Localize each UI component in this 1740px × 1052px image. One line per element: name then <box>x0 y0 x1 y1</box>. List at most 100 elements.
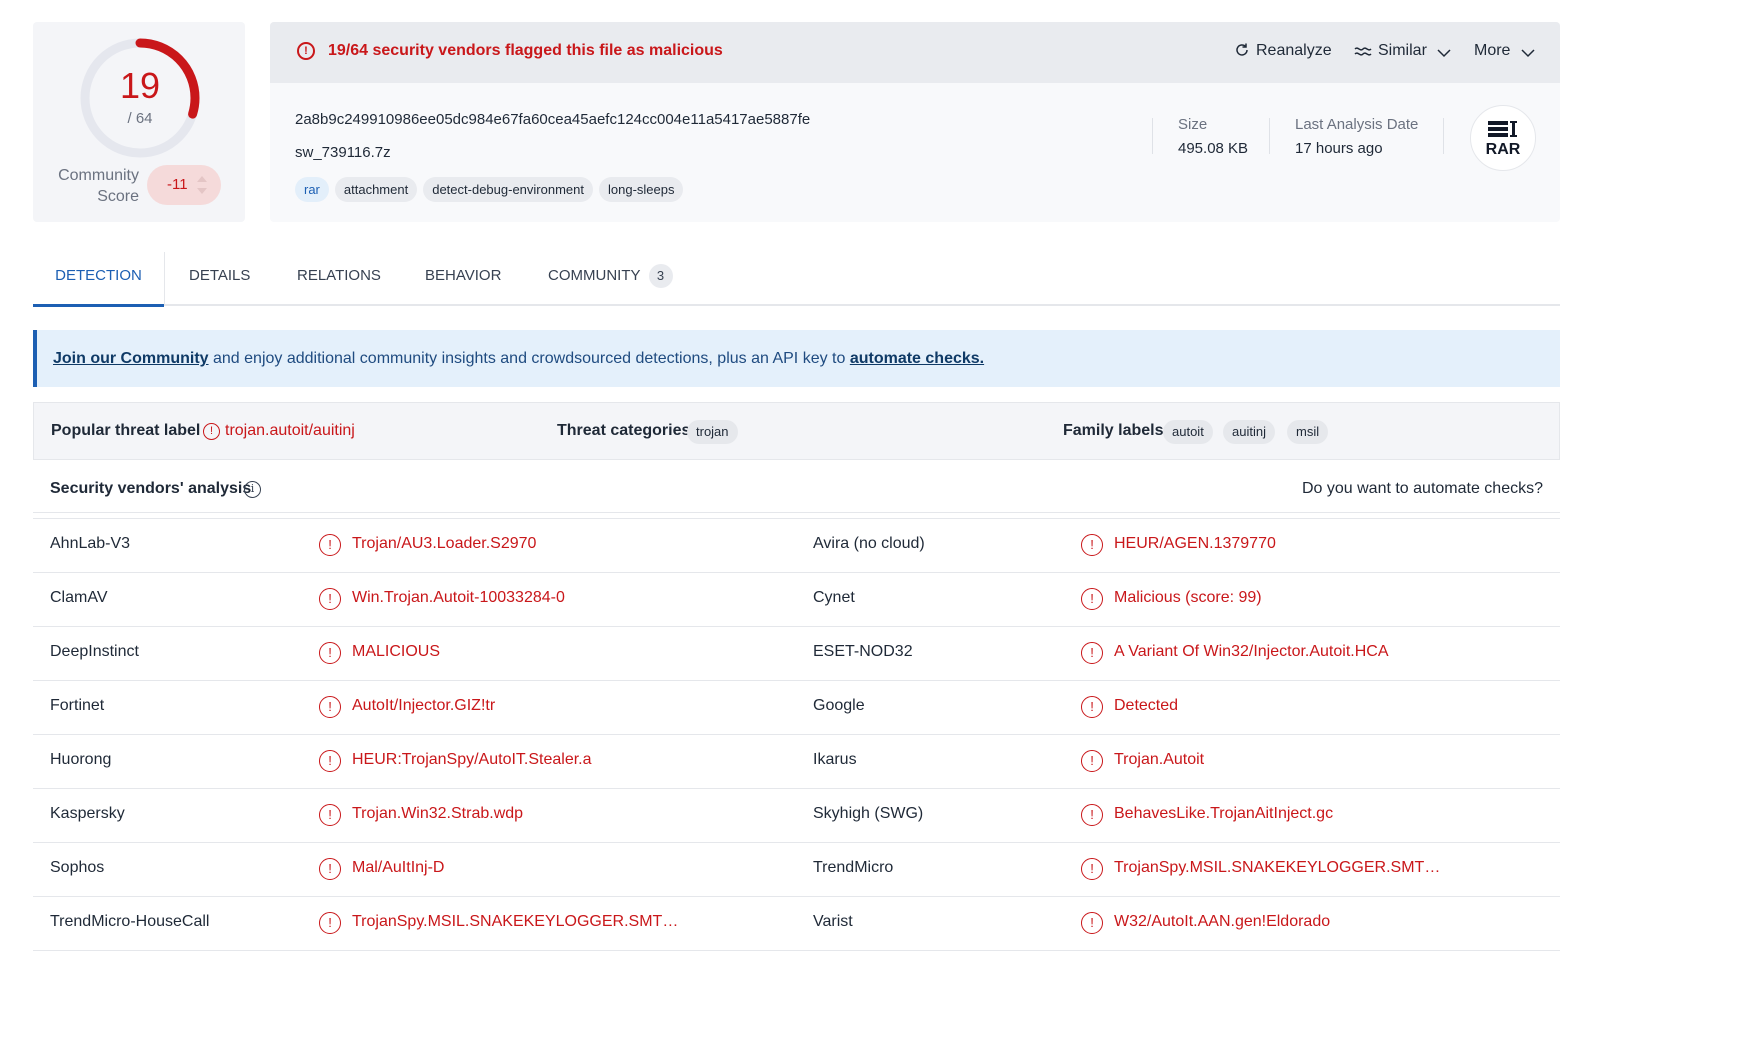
alert-icon: ! <box>1081 804 1103 826</box>
community-score-vote[interactable]: -11 <box>147 165 221 205</box>
automate-checks-prompt[interactable]: Do you want to automate checks? <box>1302 480 1543 498</box>
alert-icon: ! <box>319 534 341 556</box>
vendor-name: Fortinet <box>50 697 105 714</box>
popular-threat-value[interactable]: trojan.autoit/auitinj <box>225 422 355 440</box>
family-tag[interactable]: msil <box>1287 420 1329 444</box>
join-community-link[interactable]: Join our Community <box>53 350 209 367</box>
alert-icon: ! <box>319 696 341 718</box>
vendor-name: Skyhigh (SWG) <box>813 805 924 822</box>
alert-icon: ! <box>319 804 341 826</box>
chevron-down-icon <box>1437 49 1451 58</box>
vendor-result: Trojan/AU3.Loader.S2970 <box>352 535 537 552</box>
vendor-result: HEUR:TrojanSpy/AutoIT.Stealer.a <box>352 751 592 768</box>
vendor-result: Win.Trojan.Autoit-10033284-0 <box>352 589 565 606</box>
tab-details[interactable]: DETAILS <box>189 252 250 304</box>
automate-checks-link[interactable]: automate checks. <box>850 350 984 367</box>
table-row: AhnLab-V3! Trojan/AU3.Loader.S2970 Avira (… <box>33 519 1560 573</box>
alert-icon: ! <box>1081 642 1103 664</box>
alert-icon: ! <box>1081 912 1103 934</box>
table-row: Huorong! HEUR:TrojanSpy/AutoIT.Stealer.a I… <box>33 735 1560 789</box>
alert-message: 19/64 security vendors flagged this file… <box>328 42 723 59</box>
alert-icon: ! <box>319 912 341 934</box>
vendor-total: / 64 <box>127 110 153 127</box>
tag[interactable]: detect-debug-environment <box>423 177 593 202</box>
vendor-result: BehavesLike.TrojanAitInject.gc <box>1114 805 1334 822</box>
similar-icon <box>1354 47 1372 56</box>
size-value: 495.08 KB <box>1178 140 1249 157</box>
tab-community-label: COMMUNITY <box>548 267 641 284</box>
community-score-label: Community Score <box>58 167 139 205</box>
vendor-name: Kaspersky <box>50 805 125 822</box>
info-icon[interactable]: i <box>244 481 261 498</box>
archive-icon <box>1488 121 1517 137</box>
size-label: Size <box>1178 116 1208 133</box>
more-label: More <box>1474 42 1511 59</box>
vendor-result: Malicious (score: 99) <box>1114 589 1262 606</box>
table-row: Kaspersky! Trojan.Win32.Strab.wdp Skyhigh … <box>33 789 1560 843</box>
file-type-label: RAR <box>1485 141 1521 158</box>
file-hash[interactable]: 2a8b9c249910986ee05dc984e67fa60cea45aefc… <box>295 111 810 128</box>
vendor-name: AhnLab-V3 <box>50 535 131 552</box>
tag[interactable]: long-sleeps <box>598 177 684 202</box>
threat-category-tag[interactable]: trojan <box>687 420 738 444</box>
alert-icon: ! <box>319 588 341 610</box>
popular-threat-label: Popular threat label <box>51 422 201 439</box>
table-row: Sophos! Mal/AuItInj-D TrendMicro! TrojanSpy… <box>33 843 1560 897</box>
vendor-name: DeepInstinct <box>50 643 139 660</box>
vendor-result: Detected <box>1114 697 1179 714</box>
vendor-name: ESET-NOD32 <box>813 643 913 660</box>
vendors-title: Security vendors' analysis <box>50 480 252 497</box>
alert-icon: ! <box>203 423 220 440</box>
vendors-header: Security vendors' analysis i Do you want… <box>33 468 1560 513</box>
community-banner: Join our Community and enjoy additional … <box>33 330 1560 387</box>
tab-divider <box>164 252 165 304</box>
vendor-result: TrojanSpy.MSIL.SNAKEKEYLOGGER.SMT… <box>1114 859 1441 876</box>
vendor-result: Mal/AuItInj-D <box>352 859 445 876</box>
vendor-result: HEUR/AGEN.1379770 <box>1114 535 1276 552</box>
family-tag[interactable]: auitinj <box>1223 420 1275 444</box>
alert-icon: ! <box>1081 696 1103 718</box>
family-labels-label: Family labels <box>1063 422 1164 439</box>
alert-bar: ! 19/64 security vendors flagged this fi… <box>270 22 1560 83</box>
divider <box>1443 118 1444 154</box>
vendor-name: Sophos <box>50 859 105 876</box>
alert-icon: ! <box>1081 858 1103 880</box>
vendor-result: A Variant Of Win32/Injector.Autoit.HCA <box>1114 643 1389 660</box>
chevron-down-icon <box>1521 49 1535 58</box>
tag[interactable]: rar <box>295 177 329 202</box>
vendor-name: Varist <box>813 913 853 930</box>
refresh-icon <box>1236 43 1248 56</box>
family-tag[interactable]: autoit <box>1163 420 1213 444</box>
tab-behavior[interactable]: BEHAVIOR <box>425 252 501 304</box>
tab-community[interactable]: COMMUNITY 3 <box>548 252 673 304</box>
community-count-badge: 3 <box>648 264 673 288</box>
vendor-result: W32/AutoIt.AAN.gen!Eldorado <box>1114 913 1331 930</box>
tab-bar: DETECTION DETAILS RELATIONS BEHAVIOR COM… <box>33 252 1560 307</box>
vendor-name: Huorong <box>50 751 112 768</box>
alert-icon: ! <box>319 858 341 880</box>
divider <box>1269 118 1270 154</box>
reanalyze-button[interactable]: Reanalyze <box>1234 42 1332 60</box>
more-button[interactable]: More <box>1474 42 1535 60</box>
vote-down-icon[interactable] <box>197 188 207 194</box>
threat-categories-label: Threat categories <box>557 422 691 439</box>
last-analysis-value: 17 hours ago <box>1295 140 1383 157</box>
reanalyze-label: Reanalyze <box>1256 42 1332 59</box>
detection-score-card: 19 / 64 Community Score -11 <box>33 22 245 222</box>
banner-text: and enjoy additional community insights … <box>208 350 850 367</box>
community-score-value: -11 <box>167 176 188 193</box>
file-tags: rar attachment detect-debug-environment lon… <box>295 177 689 202</box>
tab-detection[interactable]: DETECTION <box>33 252 164 307</box>
similar-button[interactable]: Similar <box>1354 42 1451 60</box>
vendor-name: TrendMicro <box>813 859 894 876</box>
vendor-result: Trojan.Win32.Strab.wdp <box>352 805 524 822</box>
vote-up-icon[interactable] <box>197 176 207 182</box>
table-row: TrendMicro-HouseCall! TrojanSpy.MSIL.SNAK… <box>33 897 1560 951</box>
file-info-card: ! 19/64 security vendors flagged this fi… <box>270 22 1560 222</box>
alert-icon: ! <box>1081 534 1103 556</box>
alert-icon: ! <box>319 750 341 772</box>
tab-relations[interactable]: RELATIONS <box>297 252 381 304</box>
vendor-result: TrojanSpy.MSIL.SNAKEKEYLOGGER.SMT… <box>352 913 679 930</box>
vendor-name: Google <box>813 697 865 714</box>
tag[interactable]: attachment <box>334 177 418 202</box>
